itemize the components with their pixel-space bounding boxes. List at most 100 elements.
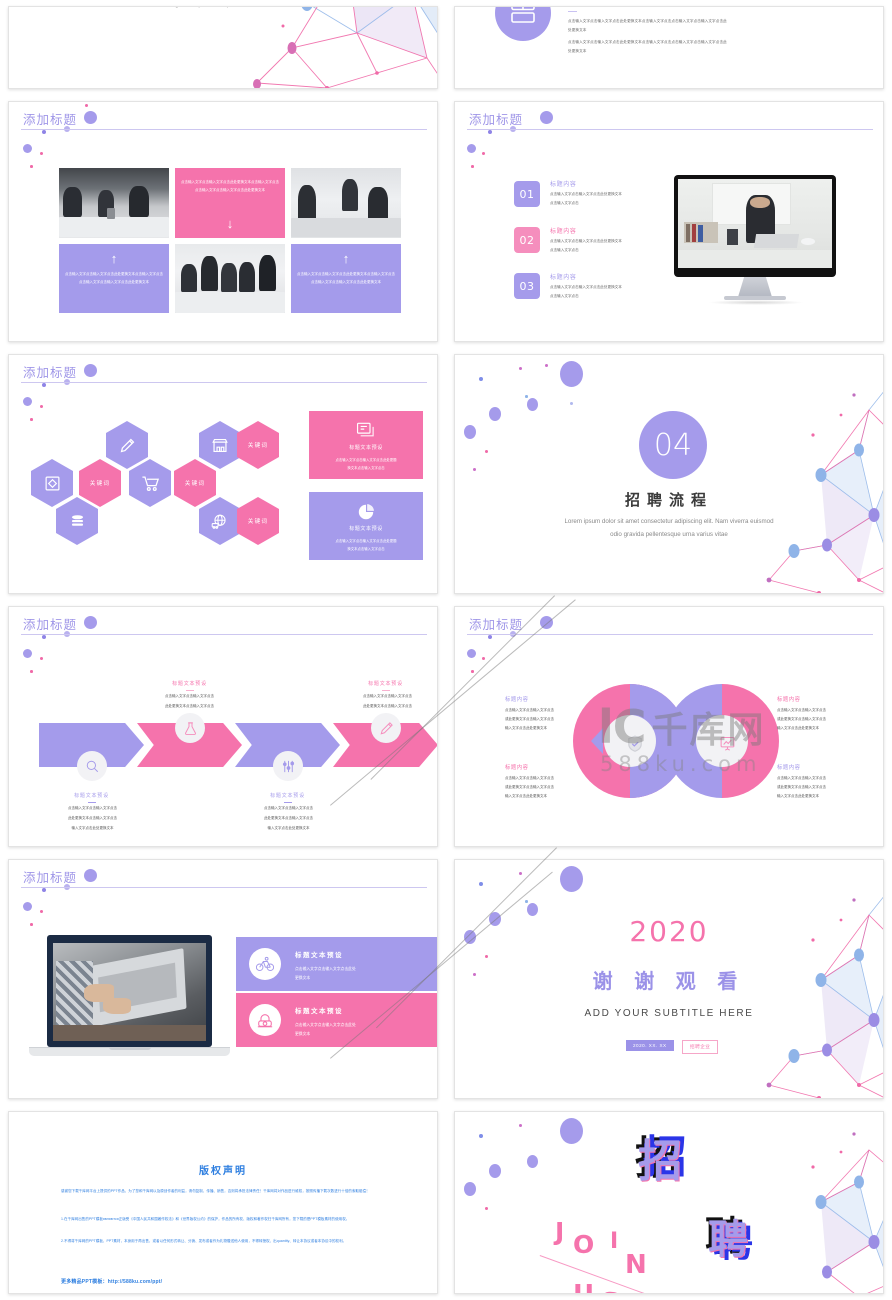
deco-dot <box>40 152 43 155</box>
step-line: 点击输入文字点击输入文字点击 <box>68 806 117 810</box>
step-icon-bubble-3[interactable] <box>273 751 303 781</box>
slide-subtitle-block: Lorem ipsum dolor sit amet consectetur a… <box>9 7 437 11</box>
badge-org[interactable]: 招聘企业 <box>682 1040 719 1054</box>
deco-dot <box>527 1155 538 1168</box>
deco-dot <box>488 635 492 639</box>
section-title: 招聘流程 <box>624 492 713 509</box>
hex-keyword[interactable]: 关键词 <box>237 497 279 545</box>
deco-dot <box>570 402 573 405</box>
card-line-1: 点击输入文字点击输入文字点击此处 <box>295 1023 356 1027</box>
laptop-info-card-pink[interactable]: 标题文本预设 点击输入文字点击输入文字点击此处 更换文本 <box>236 993 437 1047</box>
page-title: 添加标题 <box>23 617 78 632</box>
deco-dot <box>527 398 538 411</box>
sliders-icon <box>282 760 294 772</box>
deco-dot <box>42 635 46 639</box>
join-letter-n: N <box>625 1250 647 1280</box>
slide-photo-mosaic[interactable]: 添加标题 点击输入文字点击输入文字点击此处更换文本点击输入文字点击点击输入文字点… <box>8 101 438 342</box>
arrow-up-icon: ↑ <box>110 250 118 266</box>
laptop-mockup <box>47 935 212 1047</box>
deco-dot <box>84 869 97 882</box>
step-heading-1: 标题文本预设 <box>74 793 109 799</box>
deco-dot <box>30 418 33 421</box>
card-title: 标题文本预设 <box>349 445 383 451</box>
lorem-line-2: odio gravida pellentesque urna varius vi… <box>610 531 728 539</box>
cube-icon <box>45 476 59 490</box>
card-line-1: 点击输入文字点击输入文字点击此处更题 <box>335 458 397 462</box>
slide-laptop-cards[interactable]: 添加标题 标题文本预设 点击输入文字点击输入文字点击此处 更换文本 标题文本预设… <box>8 859 438 1099</box>
step-underline <box>186 690 194 691</box>
mosaic-photo-cell[interactable] <box>175 243 285 313</box>
block-paragraph-2-line-2: 处更换文本 <box>568 49 587 53</box>
page-title: 添加标题 <box>469 617 524 632</box>
hex-keyword[interactable]: 关键词 <box>174 459 216 507</box>
mosaic-purple-text-cell[interactable]: ↑ 点击输入文字点击输入文字点击此处更换文本点击输入文字点击点击输入文字点击输入… <box>59 243 169 313</box>
slide-icon-text-block[interactable]: 标题内容 点击输入文字点击输入文字点击此处更换文本点击输入文字点击点击输入文字点… <box>454 6 884 89</box>
step-icon-bubble-2[interactable] <box>175 713 205 743</box>
chart-board-icon <box>709 725 745 761</box>
info-card-purple[interactable]: 标题文本预设 点击输入文字点击输入文字点击此处更题 换文本点击输入文字点击 <box>309 492 423 560</box>
slide-hexagon-cluster[interactable]: 添加标题 关键词 关键词 关键词 关键词 标题文本预设 点击输入文字点击输入文字… <box>8 354 438 594</box>
hex-keyword[interactable]: 关键词 <box>79 459 121 507</box>
hex-cube[interactable] <box>31 459 73 507</box>
step-underline <box>284 802 292 803</box>
laptop-info-card-purple[interactable]: 标题文本预设 点击输入文字点击输入文字点击此处 更换文本 <box>236 937 437 991</box>
infinity-line: 点击输入文字点击输入文字点击 <box>777 776 826 780</box>
deco-dot <box>23 144 32 153</box>
list-number-badge[interactable]: 01 <box>514 181 540 207</box>
step-underline <box>88 802 96 803</box>
list-number-badge[interactable]: 02 <box>514 227 540 253</box>
mosaic-photo-cell[interactable] <box>59 168 169 238</box>
deco-dot <box>467 649 476 658</box>
mosaic-pink-text-cell[interactable]: 点击输入文字点击输入文字点击此处更换文本点击输入文字点击点击输入文字点击输入文字… <box>175 168 285 238</box>
infinity-line: 输入文字点击此处更换文本 <box>777 794 819 798</box>
infinity-heading-tr: 标题内容 <box>777 697 801 703</box>
slide-numbered-list[interactable]: 添加标题 01 标题内容 点击输入文字点击输入文字点击此处更换文本 点击输入文字… <box>454 101 884 342</box>
step-icon-bubble-1[interactable] <box>77 751 107 781</box>
hex-shop[interactable] <box>199 421 241 469</box>
slide-section-divider[interactable]: 04 招聘流程 Lorem ipsum dolor sit amet conse… <box>454 354 884 594</box>
badge-date[interactable]: 2020. XX. XX <box>626 1040 674 1051</box>
hex-cart[interactable] <box>129 459 171 507</box>
shield-check-icon <box>617 725 653 761</box>
title-divider <box>467 129 873 130</box>
section-number: 04 <box>653 427 693 463</box>
shop-icon <box>212 438 228 452</box>
monitor-stand <box>738 277 772 297</box>
hex-globe[interactable] <box>199 497 241 545</box>
deco-dot <box>84 364 97 377</box>
hex-pencil[interactable] <box>106 421 148 469</box>
monitor-mockup <box>674 175 836 277</box>
slide-title-tail[interactable]: Lorem ipsum dolor sit amet consectetur a… <box>8 6 438 89</box>
infinity-line: 或此更换文字点击输入文字点击 <box>505 717 554 721</box>
copyright-link[interactable]: 更多精品PPT模板：http://588ku.com/ppt/ <box>61 1278 162 1285</box>
deco-dot <box>525 900 528 903</box>
page-title: 添加标题 <box>469 112 524 127</box>
network-decoration <box>253 7 437 88</box>
step-icon-bubble-4[interactable] <box>371 713 401 743</box>
card-title: 标题文本预设 <box>295 1008 343 1015</box>
laptop-notch <box>109 1047 151 1050</box>
deco-dot <box>540 111 553 124</box>
slide-join-us-cover[interactable]: 招 招 招 招 聘 聘 聘 聘 J O I N U S <box>454 1111 884 1294</box>
mosaic-purple-text-cell[interactable]: ↑ 点击输入文字点击输入文字点击此处更换文本点击输入文字点击点击输入文字点击输入… <box>291 243 401 313</box>
slide-chevron-process[interactable]: 添加标题 标题文本预设 点击输入文字点击输入文字点击 此处更换文本点击输入文字点… <box>8 606 438 847</box>
card-line-1: 点击输入文字点击输入文字点击此处更题 <box>335 539 397 543</box>
cn-char-zhao: 招 <box>638 1136 682 1187</box>
cn-char-pin: 聘 <box>708 1217 748 1263</box>
list-number-badge[interactable]: 03 <box>514 273 540 299</box>
hex-keyword[interactable]: 关键词 <box>237 421 279 469</box>
hex-database[interactable] <box>56 497 98 545</box>
info-card-pink[interactable]: 标题文本预设 点击输入文字点击输入文字点击此处更题 换文本点击输入文字点击 <box>309 411 423 479</box>
monitor-shadow <box>708 300 804 305</box>
slide-infinity-diagram[interactable]: 添加标题 标题内容 点击输入文字点击输入文字点击 或此更换文字点击输入文字点击 … <box>454 606 884 847</box>
join-letter-j: J <box>555 1217 565 1246</box>
deco-dot <box>467 144 476 153</box>
title-divider <box>21 887 427 888</box>
title-divider <box>21 382 427 383</box>
mosaic-photo-cell[interactable] <box>291 168 401 238</box>
pencil-icon <box>120 438 134 452</box>
deco-dot <box>545 364 548 367</box>
slide-thank-you[interactable]: 2020 谢 谢 观 看 ADD YOUR SUBTITLE HERE 2020… <box>454 859 884 1099</box>
deco-dot <box>560 361 583 387</box>
slide-copyright[interactable]: 版权声明 感谢您下载千库网平台上提供的PPT作品，为了您和千库网以及原创作者的利… <box>8 1111 438 1294</box>
